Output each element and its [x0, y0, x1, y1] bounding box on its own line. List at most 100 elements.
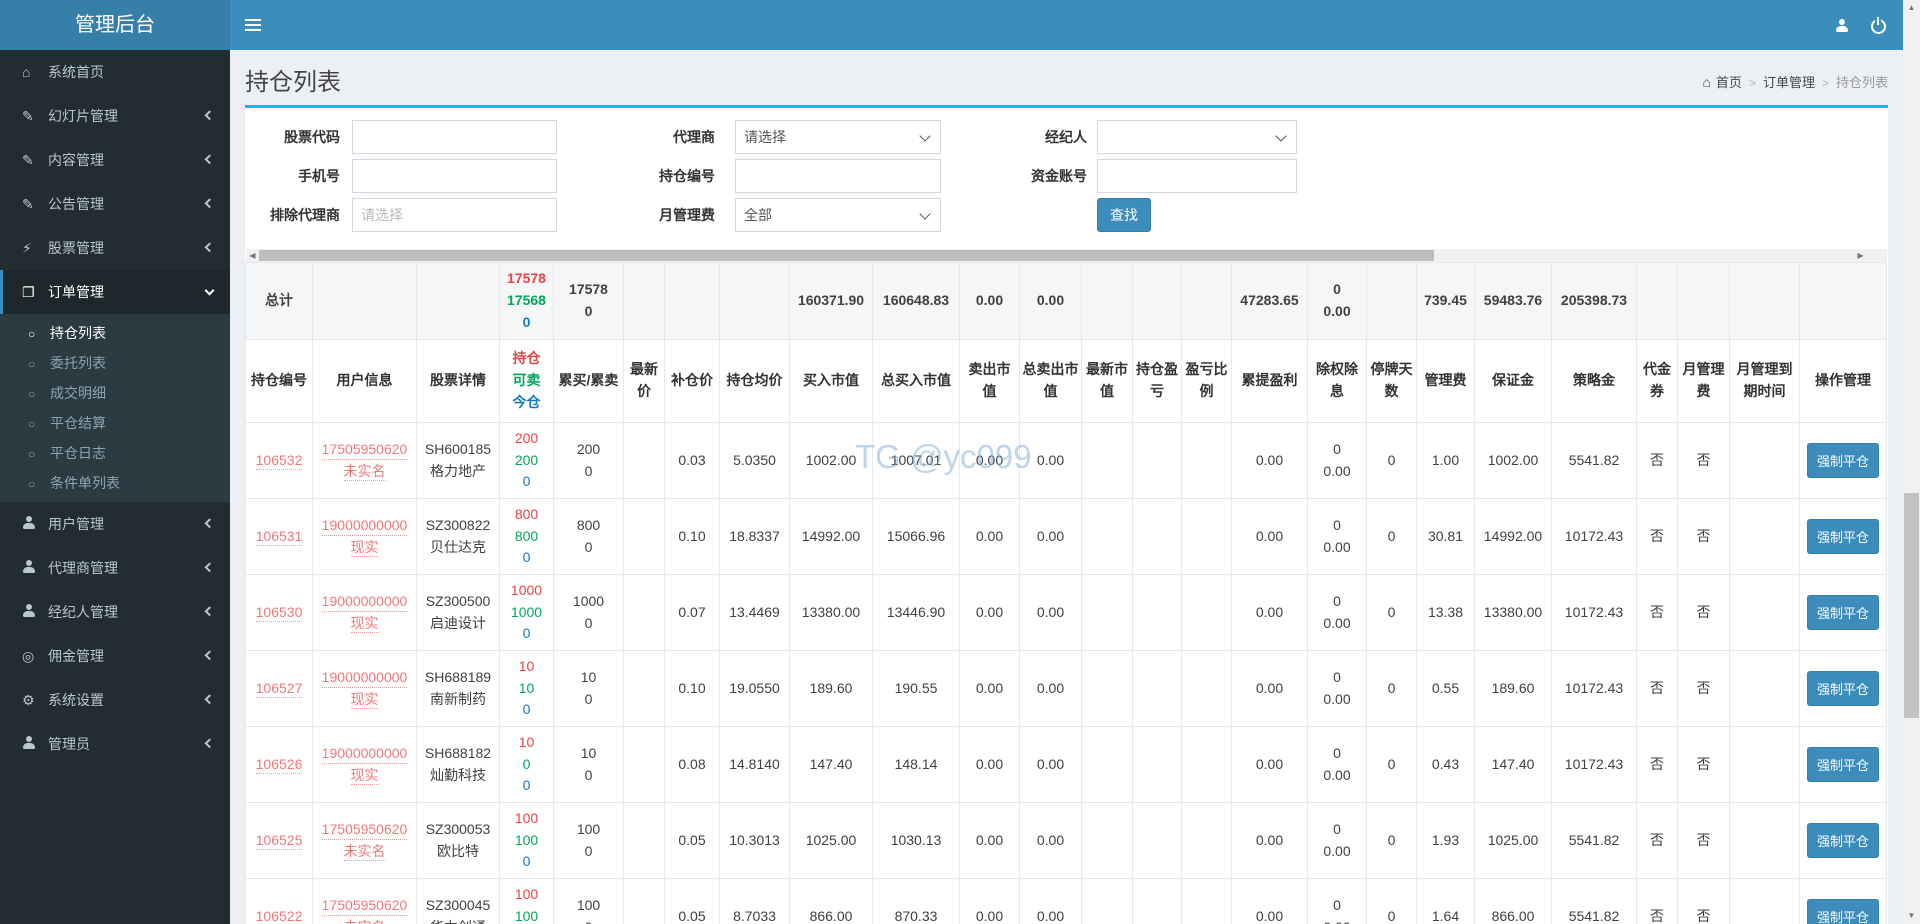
- user-status-link[interactable]: 现实: [350, 690, 379, 710]
- scroll-left-arrow-icon[interactable]: ◀: [246, 249, 259, 262]
- cell-tbuymv: 870.33: [872, 878, 960, 924]
- sidebar-item-commission-mgmt[interactable]: ◎ 佣金管理: [0, 634, 230, 678]
- sidebar-item-announcement-mgmt[interactable]: ✎ 公告管理: [0, 182, 230, 226]
- sidebar-item-system-home[interactable]: ⌂ 系统首页: [0, 50, 230, 94]
- scroll-up-arrow-icon[interactable]: ▲: [1903, 0, 1920, 16]
- user-phone-link[interactable]: 19000000000: [321, 592, 408, 612]
- filter-label: 资金账号: [1031, 168, 1087, 184]
- cell-monexp: [1729, 498, 1800, 575]
- user-phone-link[interactable]: 17505950620: [321, 896, 408, 916]
- cell-monfee: 否: [1677, 878, 1730, 924]
- cell-tsellmv: 0.00: [1019, 878, 1082, 924]
- sidebar-item-broker-mgmt[interactable]: 经纪人管理: [0, 590, 230, 634]
- cell-monexp: [1729, 726, 1800, 803]
- exclude-agent-input[interactable]: [352, 198, 557, 232]
- position-id-link[interactable]: 106532: [255, 451, 303, 471]
- position-id-input[interactable]: [735, 159, 941, 193]
- fund-account-input[interactable]: [1097, 159, 1297, 193]
- page-vertical-scrollbar[interactable]: ▲ ▼: [1903, 0, 1920, 924]
- force-close-button[interactable]: 强制平仓: [1806, 671, 1879, 706]
- sidebar-item-user-mgmt[interactable]: 用户管理: [0, 502, 230, 546]
- table-row: 106531 19000000000 现实 SZ300822 贝仕达克 800 800 0 80…: [245, 498, 1887, 575]
- sidebar-subitem-condition-order-list[interactable]: ○ 条件单列表: [0, 468, 230, 498]
- sidebar-item-slideshow-mgmt[interactable]: ✎ 幻灯片管理: [0, 94, 230, 138]
- user-phone-link[interactable]: 19000000000: [321, 744, 408, 764]
- cell-voucher: 否: [1636, 498, 1678, 575]
- monthly-fee-select[interactable]: 全部: [735, 198, 941, 232]
- totals-cell-exright: 0 0.00: [1307, 262, 1367, 340]
- user-status-link[interactable]: 现实: [350, 538, 379, 558]
- user-status-link[interactable]: 现实: [350, 614, 379, 634]
- user-status-link[interactable]: 现实: [350, 766, 379, 786]
- sidebar-item-stock-mgmt[interactable]: ⚡ 股票管理: [0, 226, 230, 270]
- position-id-link[interactable]: 106525: [255, 831, 303, 851]
- horizontal-scroll-thumb[interactable]: [259, 250, 1434, 261]
- sidebar-item-admin[interactable]: 管理员: [0, 722, 230, 766]
- submenu-order-mgmt: ○ 持仓列表 ○ 委托列表 ○ 成交明细 ○ 平仓结算 ○ 平仓日志 ○ 条件单列表: [0, 314, 230, 502]
- sidebar-item-content-mgmt[interactable]: ✎ 内容管理: [0, 138, 230, 182]
- user-status-link[interactable]: 未实名: [343, 462, 386, 482]
- user-phone-link[interactable]: 17505950620: [321, 820, 408, 840]
- cell-halt: 0: [1366, 878, 1417, 924]
- position-id-link[interactable]: 106527: [255, 679, 303, 699]
- cell-buymv: 13380.00: [789, 574, 873, 651]
- cell-lastmv: [1081, 422, 1133, 499]
- force-close-button[interactable]: 强制平仓: [1806, 519, 1879, 554]
- cell-halt: 0: [1366, 574, 1417, 651]
- phone-input[interactable]: [352, 159, 557, 193]
- sidebar-item-system-settings[interactable]: ⚙ 系统设置: [0, 678, 230, 722]
- sidebar-subitem-close-log[interactable]: ○ 平仓日志: [0, 438, 230, 468]
- scroll-down-arrow-icon[interactable]: ▼: [1903, 908, 1920, 924]
- table-horizontal-scrollbar[interactable]: ◀ ▶: [246, 249, 1887, 262]
- user-phone-link[interactable]: 19000000000: [321, 516, 408, 536]
- stock-code-input[interactable]: [352, 120, 557, 154]
- totals-row: 总计 17578 17568 0 17578 0 160371.90 160648.83 0.0…: [245, 262, 1887, 340]
- cell-id: 106532: [245, 422, 313, 499]
- sidebar-item-order-mgmt[interactable]: ❐ 订单管理: [0, 270, 230, 314]
- cell-tbuymv: 15066.96: [872, 498, 960, 575]
- force-close-button[interactable]: 强制平仓: [1806, 747, 1879, 782]
- sidebar-subitem-position-list[interactable]: ○ 持仓列表: [0, 318, 230, 348]
- cell-lastmv: [1081, 802, 1133, 879]
- sidebar-subitem-close-settlement[interactable]: ○ 平仓结算: [0, 408, 230, 438]
- force-close-button[interactable]: 强制平仓: [1806, 443, 1879, 478]
- user-account-icon[interactable]: [1822, 0, 1862, 50]
- user-status-link[interactable]: 未实名: [344, 918, 386, 924]
- force-close-button[interactable]: 强制平仓: [1806, 823, 1879, 858]
- sidebar-item-agent-mgmt[interactable]: 代理商管理: [0, 546, 230, 590]
- cell-tsellmv: 0.00: [1019, 650, 1082, 727]
- logout-power-icon[interactable]: [1858, 0, 1898, 50]
- cell-monfee: 否: [1677, 726, 1730, 803]
- position-id-link[interactable]: 106531: [255, 527, 303, 547]
- breadcrumb-item[interactable]: 首页: [1716, 75, 1742, 90]
- force-close-button[interactable]: 强制平仓: [1806, 899, 1879, 924]
- sidebar-subitem-trade-detail[interactable]: ○ 成交明细: [0, 378, 230, 408]
- cell-margin: 1025.00: [1474, 802, 1552, 879]
- header-cell-buymv: 买入市值: [789, 339, 873, 423]
- search-button[interactable]: 查找: [1097, 198, 1151, 232]
- scroll-right-arrow-icon[interactable]: ▶: [1854, 249, 1867, 262]
- user-phone-link[interactable]: 19000000000: [321, 668, 408, 688]
- cell-plr: [1181, 878, 1232, 924]
- cell-user: 19000000000 现实: [312, 498, 417, 575]
- position-id-link[interactable]: 106530: [255, 603, 303, 623]
- position-id-link[interactable]: 106522: [256, 907, 303, 924]
- app-logo[interactable]: 管理后台: [0, 0, 230, 50]
- broker-select[interactable]: [1097, 120, 1297, 154]
- breadcrumb-item[interactable]: 订单管理: [1763, 75, 1815, 90]
- agent-select[interactable]: 请选择: [735, 120, 941, 154]
- user-phone-link[interactable]: 17505950620: [321, 440, 408, 460]
- vertical-scroll-thumb[interactable]: [1904, 493, 1919, 718]
- position-id-link[interactable]: 106526: [255, 755, 303, 775]
- header-cell-exright: 除权除息: [1307, 339, 1367, 423]
- sidebar-subitem-entrust-list[interactable]: ○ 委托列表: [0, 348, 230, 378]
- cell-monexp: [1729, 422, 1800, 499]
- totals-cell-tsellmv: 0.00: [1019, 262, 1082, 340]
- force-close-button[interactable]: 强制平仓: [1806, 595, 1879, 630]
- user-status-link[interactable]: 未实名: [343, 842, 386, 862]
- cell-exright: 00.00: [1307, 878, 1367, 924]
- cell-margin: 13380.00: [1474, 574, 1552, 651]
- hamburger-menu-icon[interactable]: [230, 0, 276, 50]
- totals-cell-action: [1799, 262, 1887, 340]
- totals-cell-withdrawn: 47283.65: [1231, 262, 1308, 340]
